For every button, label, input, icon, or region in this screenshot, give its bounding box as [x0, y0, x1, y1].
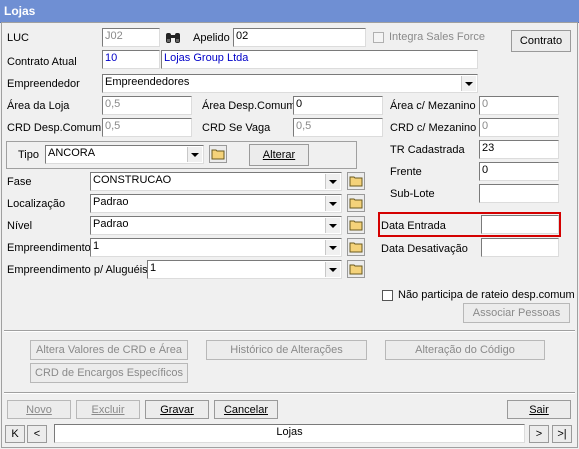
fase-label: Fase	[7, 176, 32, 188]
fase-value: CONSTRUCAO	[93, 174, 172, 186]
contrato-button[interactable]: Contrato	[511, 30, 571, 52]
nivel-label: Nível	[7, 220, 33, 232]
alterar-button[interactable]: Alterar	[249, 144, 309, 166]
nav-last-button[interactable]: >|	[552, 425, 572, 443]
luc-label: LUC	[7, 32, 30, 44]
apelido-label: Apelido	[193, 32, 230, 44]
tipo-label: Tipo	[18, 149, 39, 161]
alterar-label: Alterar	[262, 149, 296, 161]
contrato-number-field[interactable]: 10	[102, 50, 160, 69]
associar-pessoas-button[interactable]: Associar Pessoas	[463, 303, 570, 323]
tipo-value: ANCORA	[48, 147, 96, 159]
folder-icon[interactable]	[347, 260, 365, 278]
chevron-down-icon[interactable]	[461, 76, 476, 91]
alteracao-codigo-button[interactable]: Alteração do Código	[385, 340, 545, 360]
crd-mezanino-field[interactable]: 0	[479, 118, 559, 137]
folder-icon[interactable]	[347, 194, 365, 212]
novo-button[interactable]: Novo	[7, 400, 71, 419]
contrato-atual-label: Contrato Atual	[7, 56, 77, 68]
excluir-label: Excluir	[91, 403, 125, 416]
contrato-name-field[interactable]: Lojas Group Ltda	[161, 50, 478, 69]
rateio-label: Não participa de rateio desp.comum	[398, 289, 575, 301]
folder-icon[interactable]	[347, 238, 365, 256]
chevron-down-icon[interactable]	[325, 174, 340, 189]
empreendimento-alug-value: 1	[150, 262, 157, 274]
folder-icon[interactable]	[209, 145, 227, 163]
empreendimento-alug-select[interactable]: 1	[147, 260, 342, 279]
chevron-down-icon[interactable]	[325, 218, 340, 233]
integra-checkbox[interactable]	[373, 32, 384, 43]
separator	[4, 330, 575, 332]
crd-vaga-label: CRD Se Vaga	[202, 122, 271, 134]
tr-field[interactable]: 23	[479, 140, 559, 159]
empreendedor-select[interactable]: Empreendedores	[102, 74, 478, 93]
data-desativacao-label: Data Desativação	[381, 243, 468, 255]
gravar-label: Gravar	[160, 403, 194, 416]
area-mezanino-field[interactable]: 0	[479, 96, 559, 115]
frente-field[interactable]: 0	[479, 162, 559, 181]
chevron-down-icon[interactable]	[187, 147, 202, 162]
crd-desp-field[interactable]: 0,5	[102, 118, 192, 137]
area-desp-field[interactable]: 0	[293, 96, 383, 115]
cancelar-label: Cancelar	[223, 403, 269, 416]
localizacao-select[interactable]: Padrao	[90, 194, 342, 213]
folder-icon[interactable]	[347, 216, 365, 234]
sublote-label: Sub-Lote	[390, 188, 435, 200]
sublote-field[interactable]	[479, 184, 559, 203]
fase-select[interactable]: CONSTRUCAO	[90, 172, 342, 191]
empreendimento-value: 1	[93, 240, 100, 252]
chevron-down-icon[interactable]	[325, 262, 340, 277]
crd-encargos-button[interactable]: CRD de Encargos Específicos	[30, 363, 188, 383]
localizacao-label: Localização	[7, 198, 66, 210]
historico-button[interactable]: Histórico de Alterações	[206, 340, 367, 360]
empreendedor-value: Empreendedores	[105, 76, 190, 88]
binoculars-search-icon[interactable]	[165, 30, 181, 46]
excluir-button[interactable]: Excluir	[76, 400, 140, 419]
empreendimento-alug-label: Empreendimento p/ Aluguéis	[7, 264, 148, 276]
nivel-value: Padrao	[93, 218, 129, 230]
area-desp-label: Área Desp.Comum	[202, 100, 296, 112]
apelido-field[interactable]: 02	[233, 28, 366, 47]
area-loja-field[interactable]: 0,5	[102, 96, 192, 115]
folder-icon[interactable]	[347, 172, 365, 190]
nav-prev-button[interactable]: <	[27, 425, 47, 443]
crd-vaga-field[interactable]: 0,5	[293, 118, 383, 137]
nav-first-button[interactable]: K	[5, 425, 25, 443]
gravar-button[interactable]: Gravar	[145, 400, 209, 419]
cancelar-button[interactable]: Cancelar	[214, 400, 278, 419]
localizacao-value: Padrao	[93, 196, 129, 208]
area-loja-label: Área da Loja	[7, 100, 70, 112]
chevron-down-icon[interactable]	[325, 240, 340, 255]
sair-label: Sair	[529, 403, 549, 416]
altera-valores-button[interactable]: Altera Valores de CRD e Área	[30, 340, 188, 360]
nav-record-label: Lojas	[54, 424, 525, 443]
empreendimento-label: Empreendimento	[7, 242, 91, 254]
nivel-select[interactable]: Padrao	[90, 216, 342, 235]
empreendimento-select[interactable]: 1	[90, 238, 342, 257]
tipo-select[interactable]: ANCORA	[45, 145, 204, 164]
luc-field[interactable]: J02	[102, 28, 160, 47]
crd-desp-label: CRD Desp.Comum	[7, 122, 102, 134]
data-entrada-label: Data Entrada	[381, 220, 446, 232]
empreendedor-label: Empreendedor	[7, 78, 80, 90]
data-entrada-field[interactable]	[481, 215, 559, 234]
novo-label: Novo	[26, 403, 52, 416]
separator	[4, 392, 575, 394]
window-titlebar: Lojas	[0, 0, 579, 23]
sair-button[interactable]: Sair	[507, 400, 571, 419]
nav-next-button[interactable]: >	[529, 425, 549, 443]
crd-mezanino-label: CRD c/ Mezanino	[390, 122, 477, 134]
data-desativacao-field[interactable]	[481, 238, 559, 257]
frente-label: Frente	[390, 166, 422, 178]
tr-label: TR Cadastrada	[390, 144, 465, 156]
area-mezanino-label: Área c/ Mezanino	[390, 100, 476, 112]
window-title: Lojas	[4, 4, 36, 18]
rateio-checkbox[interactable]	[382, 290, 393, 301]
chevron-down-icon[interactable]	[325, 196, 340, 211]
integra-label: Integra Sales Force	[389, 31, 485, 43]
